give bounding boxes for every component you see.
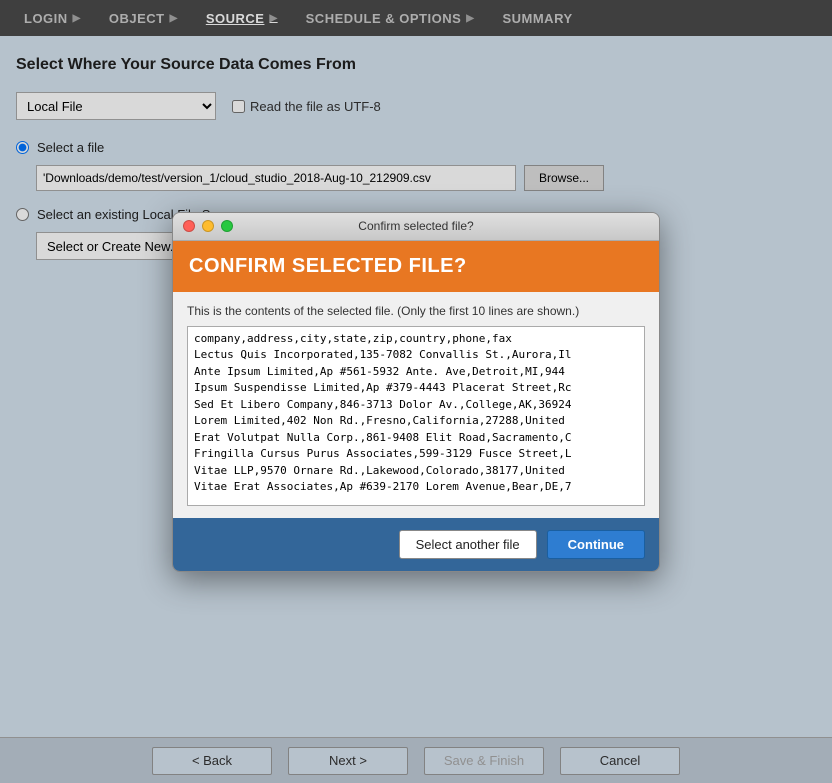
select-another-button[interactable]: Select another file (399, 530, 537, 559)
file-content-area[interactable]: company,address,city,state,zip,country,p… (187, 326, 645, 506)
modal-header-title: CONFIRM SELECTED FILE? (189, 255, 643, 278)
modal-header: CONFIRM SELECTED FILE? (173, 241, 659, 292)
modal-footer: Select another file Continue (173, 518, 659, 571)
titlebar-close-btn[interactable] (183, 220, 195, 232)
modal-description: This is the contents of the selected fil… (187, 304, 645, 318)
confirm-modal: Confirm selected file? CONFIRM SELECTED … (172, 212, 660, 572)
modal-titlebar: Confirm selected file? (173, 213, 659, 241)
titlebar-minimize-btn[interactable] (202, 220, 214, 232)
modal-body: This is the contents of the selected fil… (173, 292, 659, 518)
titlebar-maximize-btn[interactable] (221, 220, 233, 232)
continue-button[interactable]: Continue (547, 530, 645, 559)
modal-overlay: Confirm selected file? CONFIRM SELECTED … (0, 0, 832, 783)
titlebar-title: Confirm selected file? (358, 219, 473, 233)
